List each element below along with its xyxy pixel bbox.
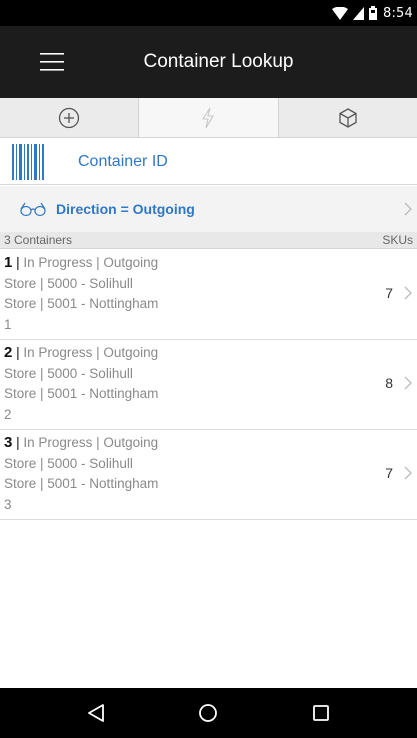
chevron-right-icon xyxy=(404,376,412,390)
list-item-title: 3 | In Progress | Outgoing xyxy=(4,433,417,454)
home-circle-icon xyxy=(199,704,218,722)
sku-count: 8 xyxy=(385,375,393,391)
back-triangle-icon xyxy=(88,704,105,722)
container-to: Store | 5001 - Nottingham xyxy=(4,296,159,311)
chevron-right-icon xyxy=(404,202,412,216)
separator: | xyxy=(12,345,20,360)
list-item[interactable]: 2 | In Progress | Outgoing Store | 5000 … xyxy=(0,340,417,430)
recents-button[interactable] xyxy=(301,693,341,733)
list-header: 3 Containers SKUs xyxy=(0,232,417,249)
container-id: 1 xyxy=(4,316,12,332)
tab-package[interactable] xyxy=(279,98,417,137)
container-from: Store | 5000 - Solihull xyxy=(4,275,133,291)
list-item-title: 2 | In Progress | Outgoing xyxy=(4,343,417,364)
container-to: Store | 5001 - Nottingham xyxy=(4,476,159,491)
status-icons xyxy=(332,6,377,20)
list-item[interactable]: 3 | In Progress | Outgoing Store | 5000 … xyxy=(0,430,417,520)
app-bar: Container Lookup xyxy=(0,26,417,98)
list-item[interactable]: 1 | In Progress | Outgoing Store | 5000 … xyxy=(0,250,417,340)
tab-quick[interactable] xyxy=(139,98,279,137)
container-id: 2 xyxy=(4,406,12,422)
list-item-title: 1 | In Progress | Outgoing xyxy=(4,253,417,274)
navigation-bar xyxy=(0,688,417,738)
package-box-icon xyxy=(339,107,357,128)
container-to: Store | 5001 - Nottingham xyxy=(4,386,159,401)
container-status: In Progress | Outgoing xyxy=(19,345,159,360)
home-button[interactable] xyxy=(188,693,228,733)
container-status: In Progress | Outgoing xyxy=(19,435,159,450)
filter-label: Direction = Outgoing xyxy=(56,201,195,217)
status-time: 8:54 xyxy=(383,5,413,21)
add-circle-icon xyxy=(59,107,80,128)
barcode-icon[interactable] xyxy=(12,143,46,180)
recents-square-icon xyxy=(312,705,329,721)
chevron-right-icon xyxy=(404,286,412,300)
container-id-search[interactable]: Container ID xyxy=(0,139,417,185)
wifi-icon xyxy=(332,6,348,20)
back-button[interactable] xyxy=(76,693,116,733)
tab-bar xyxy=(0,98,417,138)
sku-count: 7 xyxy=(385,465,393,481)
direction-filter[interactable]: Direction = Outgoing xyxy=(0,186,417,232)
container-from: Store | 5000 - Solihull xyxy=(4,365,133,381)
container-from: Store | 5000 - Solihull xyxy=(4,455,133,471)
tab-add[interactable] xyxy=(0,98,140,137)
glasses-icon xyxy=(20,202,46,217)
container-id: 3 xyxy=(4,496,12,512)
chevron-right-icon xyxy=(404,466,412,480)
sku-count: 7 xyxy=(385,285,393,301)
skus-column-header: SKUs xyxy=(382,233,413,247)
status-bar: 8:54 xyxy=(0,0,417,26)
separator: | xyxy=(12,255,20,270)
lightning-icon xyxy=(202,107,215,128)
container-status: In Progress | Outgoing xyxy=(19,255,159,270)
battery-icon xyxy=(369,6,377,20)
container-id-label: Container ID xyxy=(78,152,168,170)
container-list: 1 | In Progress | Outgoing Store | 5000 … xyxy=(0,250,417,520)
container-count: 3 Containers xyxy=(4,233,73,247)
signal-icon xyxy=(353,6,364,20)
hamburger-menu-icon[interactable] xyxy=(32,42,72,82)
separator: | xyxy=(12,435,20,450)
